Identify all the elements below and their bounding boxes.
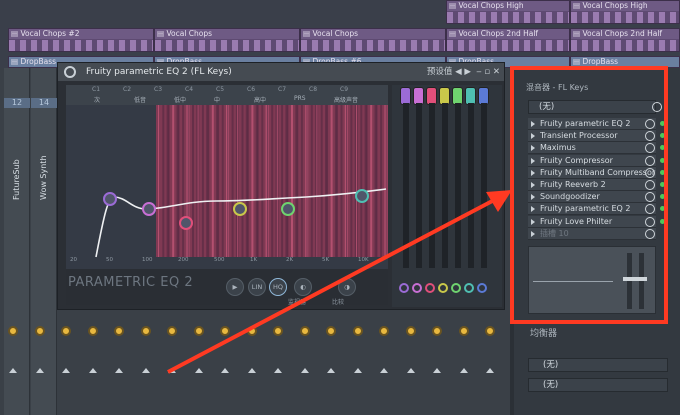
annotation-arrow-line [167, 196, 499, 374]
annotation-arrow-layer [167, 190, 512, 374]
